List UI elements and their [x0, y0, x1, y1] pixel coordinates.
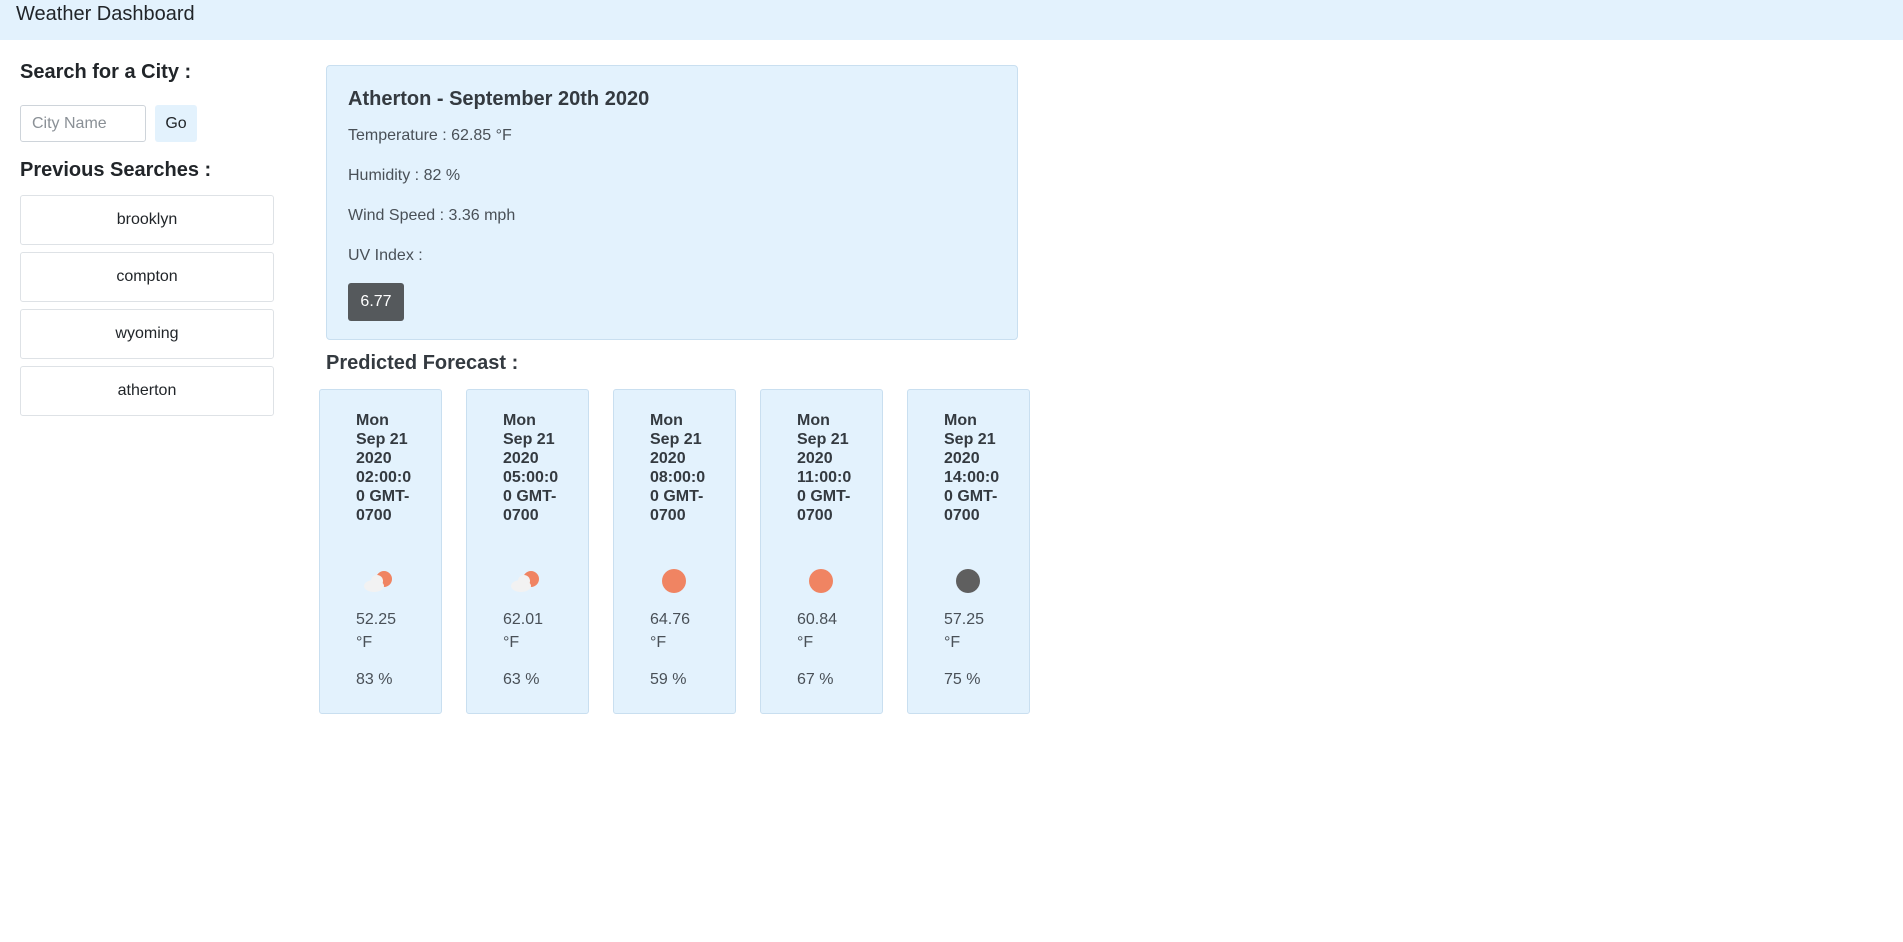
- search-heading: Search for a City :: [20, 61, 192, 83]
- partly-cloudy-icon: [364, 571, 392, 592]
- current-humidity: Humidity : 82 %: [348, 167, 461, 184]
- forecast-humidity: 63 %: [503, 671, 540, 688]
- forecast-card: Mon Sep 21 2020 05:00:00 GMT-0700 62.01 …: [466, 389, 589, 714]
- app-title[interactable]: Weather Dashboard: [16, 3, 195, 26]
- go-button[interactable]: Go: [155, 105, 197, 142]
- forecast-card: Mon Sep 21 2020 11:00:00 GMT-0700 60.84 …: [760, 389, 883, 714]
- forecast-temperature: 52.25 °F: [356, 611, 397, 651]
- forecast-temperature: 62.01 °F: [503, 611, 544, 651]
- dark-circle-icon: [956, 569, 980, 593]
- current-temperature: Temperature : 62.85 °F: [348, 127, 512, 144]
- city-search-input[interactable]: [20, 105, 146, 142]
- forecast-heading: Predicted Forecast :: [326, 352, 519, 374]
- forecast-temperature: 64.76 °F: [650, 611, 691, 651]
- navbar: Weather Dashboard: [0, 0, 1903, 40]
- uv-index-badge: 6.77: [348, 283, 404, 321]
- forecast-date: Mon Sep 21 2020 14:00:00 GMT-0700: [944, 412, 1000, 524]
- forecast-temperature: 60.84 °F: [797, 611, 838, 651]
- forecast-humidity: 67 %: [797, 671, 834, 688]
- forecast-card: Mon Sep 21 2020 02:00:00 GMT-0700 52.25 …: [319, 389, 442, 714]
- current-wind-speed: Wind Speed : 3.36 mph: [348, 207, 516, 224]
- history-item[interactable]: compton: [20, 252, 274, 302]
- sun-icon: [662, 569, 686, 593]
- forecast-date: Mon Sep 21 2020 05:00:00 GMT-0700: [503, 412, 559, 524]
- current-city-title: Atherton - September 20th 2020: [348, 88, 650, 110]
- forecast-card: Mon Sep 21 2020 08:00:00 GMT-0700 64.76 …: [613, 389, 736, 714]
- current-weather-card: Atherton - September 20th 2020 Temperatu…: [326, 65, 1018, 340]
- sun-icon: [809, 569, 833, 593]
- history-item[interactable]: wyoming: [20, 309, 274, 359]
- forecast-card: Mon Sep 21 2020 14:00:00 GMT-0700 57.25 …: [907, 389, 1030, 714]
- forecast-humidity: 83 %: [356, 671, 393, 688]
- history-item[interactable]: brooklyn: [20, 195, 274, 245]
- forecast-temperature: 57.25 °F: [944, 611, 985, 651]
- uv-index-label: UV Index :: [348, 247, 423, 264]
- forecast-date: Mon Sep 21 2020 11:00:00 GMT-0700: [797, 412, 852, 524]
- previous-searches-heading: Previous Searches :: [20, 159, 212, 181]
- forecast-date: Mon Sep 21 2020 08:00:00 GMT-0700: [650, 412, 706, 524]
- history-item[interactable]: atherton: [20, 366, 274, 416]
- search-history-list: brooklyn compton wyoming atherton: [20, 195, 274, 423]
- forecast-humidity: 75 %: [944, 671, 981, 688]
- partly-cloudy-icon: [511, 571, 539, 592]
- forecast-humidity: 59 %: [650, 671, 687, 688]
- forecast-date: Mon Sep 21 2020 02:00:00 GMT-0700: [356, 412, 412, 524]
